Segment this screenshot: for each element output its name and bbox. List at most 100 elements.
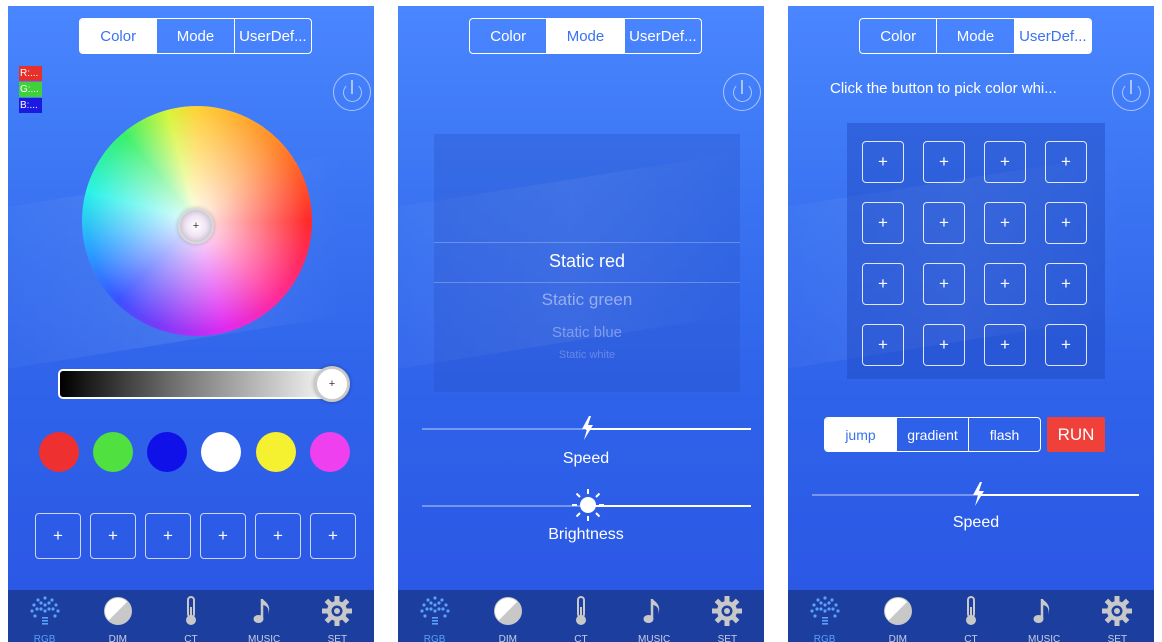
effect-gradient[interactable]: gradient bbox=[897, 418, 969, 451]
custom-color-slot[interactable]: + bbox=[310, 513, 356, 559]
swatch-blue[interactable] bbox=[147, 432, 187, 472]
tab-ct[interactable]: CT bbox=[161, 590, 221, 642]
custom-color-slot[interactable]: + bbox=[200, 513, 246, 559]
rgb-dots-icon bbox=[809, 595, 841, 627]
segment-color[interactable]: Color bbox=[860, 19, 938, 53]
color-slot-button[interactable]: + bbox=[1045, 202, 1087, 244]
music-note-icon bbox=[1028, 595, 1060, 627]
tab-label: DIM bbox=[888, 634, 907, 642]
swatch-green[interactable] bbox=[93, 432, 133, 472]
color-slot-button[interactable]: + bbox=[1045, 263, 1087, 305]
speed-slider-fill bbox=[978, 494, 1139, 496]
tab-label: CT bbox=[574, 634, 588, 642]
tab-ct[interactable]: CT bbox=[551, 590, 611, 642]
color-slot-button[interactable]: + bbox=[984, 324, 1026, 366]
color-slot-button[interactable]: + bbox=[984, 141, 1026, 183]
tab-label: CT bbox=[964, 634, 978, 642]
segment-userdef[interactable]: UserDef... bbox=[235, 19, 311, 53]
segment-mode[interactable]: Mode bbox=[157, 19, 235, 53]
color-slot-button[interactable]: + bbox=[862, 141, 904, 183]
effect-jump[interactable]: jump bbox=[825, 418, 897, 451]
tab-music[interactable]: MUSIC bbox=[624, 590, 684, 642]
swatch-magenta[interactable] bbox=[310, 432, 350, 472]
tab-label: DIM bbox=[498, 634, 517, 642]
tab-ct[interactable]: CT bbox=[941, 590, 1001, 642]
tab-rgb[interactable]: RGB bbox=[405, 590, 465, 642]
segment-userdef[interactable]: UserDef... bbox=[625, 19, 701, 53]
tab-label: RGB bbox=[33, 634, 56, 642]
tab-set[interactable]: SET bbox=[1087, 590, 1147, 642]
tab-rgb[interactable]: RGB bbox=[795, 590, 855, 642]
tab-set[interactable]: SET bbox=[307, 590, 367, 642]
speed-label: Speed bbox=[952, 514, 1000, 531]
blue-value: B:... bbox=[19, 98, 42, 113]
mode-option[interactable]: Static green bbox=[434, 290, 740, 310]
tab-set[interactable]: SET bbox=[697, 590, 757, 642]
color-slot-button[interactable]: + bbox=[984, 202, 1026, 244]
mode-option-selected[interactable]: Static red bbox=[434, 251, 740, 272]
segment-mode[interactable]: Mode bbox=[547, 19, 625, 53]
color-slot-button[interactable]: + bbox=[923, 324, 965, 366]
color-slot-button[interactable]: + bbox=[923, 141, 965, 183]
red-value: R:... bbox=[19, 66, 42, 81]
color-slot-button[interactable]: + bbox=[923, 263, 965, 305]
instruction-text: Click the button to pick color whi... bbox=[830, 80, 1057, 97]
tab-label: CT bbox=[184, 634, 198, 642]
brightness-slider-fill bbox=[586, 505, 751, 507]
segment-userdef[interactable]: UserDef... bbox=[1014, 19, 1091, 53]
segment-mode[interactable]: Mode bbox=[937, 19, 1015, 53]
tab-label: MUSIC bbox=[638, 634, 671, 642]
color-slot-button[interactable]: + bbox=[862, 263, 904, 305]
brightness-slider-knob[interactable]: + bbox=[314, 366, 350, 402]
rgb-dots-icon bbox=[29, 595, 61, 627]
thermometer-icon bbox=[175, 595, 207, 627]
tab-dim[interactable]: DIM bbox=[868, 590, 928, 642]
mode-option[interactable]: Static white bbox=[434, 349, 740, 361]
tab-music[interactable]: MUSIC bbox=[234, 590, 294, 642]
lightning-icon[interactable] bbox=[969, 481, 987, 507]
crosshair-icon: + bbox=[192, 220, 200, 232]
mode-picker[interactable]: Static red Static green Static blue Stat… bbox=[434, 134, 740, 392]
userdef-screen: Color Mode UserDef... Click the button t… bbox=[788, 6, 1154, 642]
mode-segmented-control: Color Mode UserDef... bbox=[859, 18, 1092, 54]
color-slot-button[interactable]: + bbox=[862, 324, 904, 366]
swatch-red[interactable] bbox=[39, 432, 79, 472]
power-icon[interactable] bbox=[333, 73, 371, 111]
tab-dim[interactable]: DIM bbox=[478, 590, 538, 642]
swatch-yellow[interactable] bbox=[256, 432, 296, 472]
color-slot-button[interactable]: + bbox=[984, 263, 1026, 305]
dim-half-circle-icon bbox=[882, 595, 914, 627]
effect-flash[interactable]: flash bbox=[969, 418, 1040, 451]
color-slot-button[interactable]: + bbox=[1045, 141, 1087, 183]
segment-color[interactable]: Color bbox=[80, 19, 158, 53]
thermometer-icon bbox=[565, 595, 597, 627]
tab-dim[interactable]: DIM bbox=[88, 590, 148, 642]
custom-color-slot[interactable]: + bbox=[255, 513, 301, 559]
run-button[interactable]: RUN bbox=[1047, 417, 1105, 452]
color-slot-button[interactable]: + bbox=[1045, 324, 1087, 366]
effect-segmented-control: jump gradient flash bbox=[824, 417, 1041, 452]
mode-option[interactable]: Static blue bbox=[434, 324, 740, 341]
gear-icon bbox=[711, 595, 743, 627]
swatch-white[interactable] bbox=[201, 432, 241, 472]
color-slot-button[interactable]: + bbox=[923, 202, 965, 244]
custom-color-slot[interactable]: + bbox=[145, 513, 191, 559]
lightning-icon[interactable] bbox=[578, 415, 596, 441]
color-slot-button[interactable]: + bbox=[862, 202, 904, 244]
power-icon[interactable] bbox=[723, 73, 761, 111]
sun-icon[interactable] bbox=[571, 488, 605, 522]
music-note-icon bbox=[248, 595, 280, 627]
custom-color-slot[interactable]: + bbox=[35, 513, 81, 559]
custom-color-slot[interactable]: + bbox=[90, 513, 136, 559]
brightness-gradient-slider[interactable] bbox=[58, 369, 340, 399]
segment-color[interactable]: Color bbox=[470, 19, 548, 53]
mode-segmented-control: Color Mode UserDef... bbox=[469, 18, 702, 54]
music-note-icon bbox=[638, 595, 670, 627]
tab-label: RGB bbox=[813, 634, 836, 642]
tab-label: DIM bbox=[108, 634, 127, 642]
tab-music[interactable]: MUSIC bbox=[1014, 590, 1074, 642]
tab-rgb[interactable]: RGB bbox=[15, 590, 75, 642]
color-wheel-knob[interactable]: + bbox=[178, 208, 214, 244]
tab-label: MUSIC bbox=[248, 634, 281, 642]
green-value: G:... bbox=[19, 82, 42, 97]
